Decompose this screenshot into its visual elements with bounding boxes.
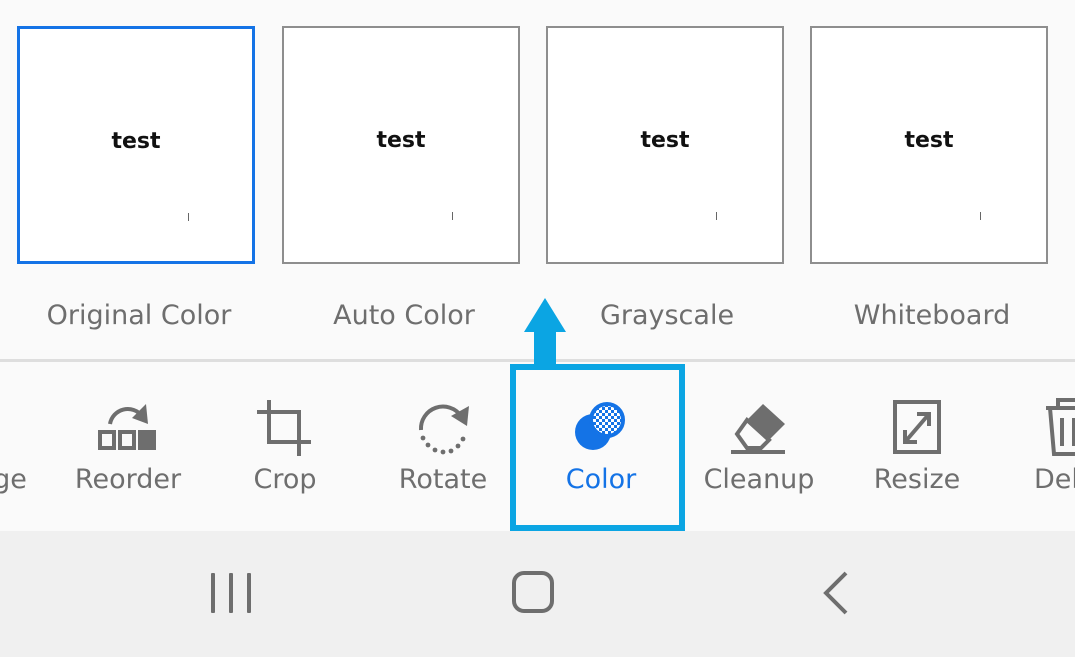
filter-thumbnail-whiteboard[interactable]: test	[810, 26, 1048, 264]
home-icon[interactable]	[503, 569, 563, 617]
back-icon[interactable]	[808, 569, 868, 617]
trash-icon	[1046, 398, 1075, 456]
tool-label: Resize	[873, 464, 961, 495]
preview-text: test	[640, 128, 690, 153]
tool-resize[interactable]: Resize	[852, 362, 982, 530]
tool-label: Rotate	[398, 464, 488, 495]
preview-text: test	[376, 128, 426, 153]
filter-thumbnail-original-color[interactable]: test	[17, 26, 255, 264]
tool-label: Cleanup	[703, 464, 815, 495]
preview-mark	[452, 212, 453, 220]
filter-label-grayscale[interactable]: Grayscale	[542, 300, 792, 331]
filter-label-whiteboard[interactable]: Whiteboard	[807, 300, 1057, 331]
rotate-icon	[418, 404, 469, 455]
preview-text: test	[111, 129, 161, 154]
tool-highlight-box	[510, 364, 685, 531]
preview-mark	[716, 212, 717, 220]
filter-label-auto-color[interactable]: Auto Color	[279, 300, 529, 331]
tool-label: Del	[1034, 464, 1075, 495]
tool-delete-partial[interactable]: Del	[1030, 362, 1075, 530]
tool-crop[interactable]: Crop	[220, 362, 350, 530]
tool-label: Reorder	[74, 464, 182, 495]
preview-mark	[980, 212, 981, 220]
preview-mark	[188, 213, 189, 221]
arrow-up-icon	[524, 298, 566, 366]
preview-text: test	[904, 128, 954, 153]
filter-thumbnail-grayscale[interactable]: test	[546, 26, 784, 264]
tool-label: Crop	[253, 464, 317, 495]
tool-cleanup[interactable]: Cleanup	[694, 362, 824, 530]
filter-label-original-color[interactable]: Original Color	[14, 300, 264, 331]
resize-icon	[893, 400, 941, 454]
crop-icon	[257, 400, 311, 456]
tool-partial-left[interactable]: ge	[0, 362, 40, 530]
filter-thumbnail-auto-color[interactable]: test	[282, 26, 520, 264]
recent-apps-icon[interactable]	[203, 569, 263, 617]
reorder-icon	[98, 404, 156, 450]
tool-reorder[interactable]: Reorder	[63, 362, 193, 530]
eraser-icon	[731, 404, 785, 454]
tool-label: ge	[0, 464, 27, 495]
tool-rotate[interactable]: Rotate	[378, 362, 508, 530]
system-navigation-bar	[0, 531, 1075, 657]
